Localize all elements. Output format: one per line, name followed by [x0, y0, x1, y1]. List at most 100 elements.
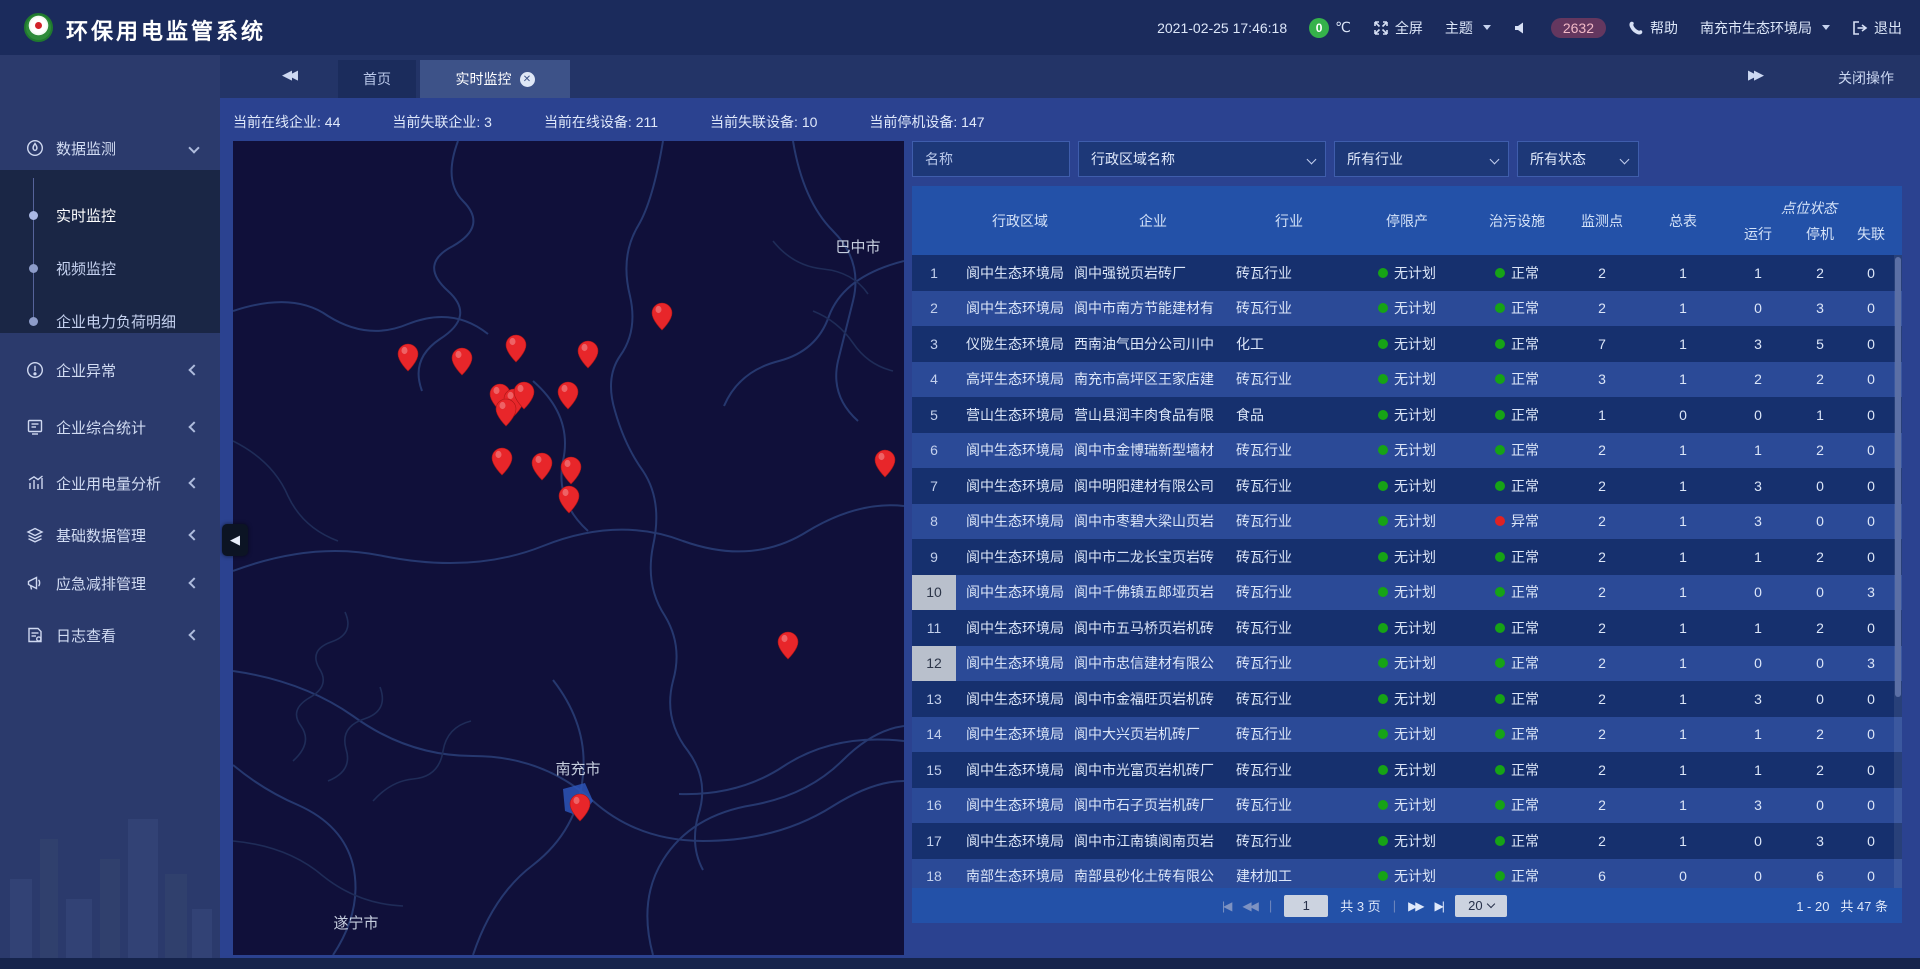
table-cell: 砖瓦行业 — [1232, 823, 1342, 859]
bullet-dot-icon — [29, 211, 38, 220]
status-dot-green — [1378, 658, 1388, 668]
fullscreen-button[interactable]: 全屏 — [1373, 18, 1423, 38]
alarm-count-badge[interactable]: 2632 — [1551, 18, 1606, 38]
table-row[interactable]: 18南部生态环境局南部县砂化土砖有限公建材加工无计划正常60060 — [912, 859, 1902, 889]
status-dot-green — [1378, 445, 1388, 455]
tab-home[interactable]: 首页 — [338, 60, 416, 98]
org-dropdown[interactable]: 南充市生态环境局 — [1700, 18, 1830, 38]
tab-close-icon[interactable]: ✕ — [520, 72, 535, 87]
last-page-icon[interactable]: ▶| — [1435, 899, 1443, 913]
map-city-label: 巴中市 — [835, 239, 880, 256]
tabs-scroll-left-icon[interactable]: ◀◀ — [282, 67, 294, 83]
sidebar-item-data-monitoring[interactable]: 数据监测 — [0, 125, 220, 171]
first-page-icon[interactable]: |◀ — [1222, 899, 1230, 913]
table-cell: 2 — [1562, 468, 1642, 504]
table-row[interactable]: 10阆中生态环境局阆中千佛镇五郎垭页岩砖瓦行业无计划正常21003 — [912, 575, 1902, 611]
map-panel[interactable]: 巴中市南充市遂宁市 — [233, 141, 904, 955]
table-cell: 1 — [1642, 326, 1724, 362]
table-cell: 2 — [1792, 610, 1848, 646]
table-cell: 1 — [1642, 575, 1724, 611]
table-cell: 3 — [1848, 646, 1894, 682]
page-size-select[interactable]: 20 — [1455, 895, 1507, 917]
table-row[interactable]: 15阆中生态环境局阆中市光富页岩机砖厂砖瓦行业无计划正常21120 — [912, 752, 1902, 788]
table-row[interactable]: 7阆中生态环境局阆中明阳建材有限公司砖瓦行业无计划正常21300 — [912, 468, 1902, 504]
tab-realtime-monitoring[interactable]: 实时监控 ✕ — [420, 60, 570, 98]
app-header: 环保用电监管系统 2021-02-25 17:46:18 0 ℃ 全屏 主题 2… — [0, 0, 1920, 55]
table-row[interactable]: 14阆中生态环境局阆中大兴页岩机砖厂砖瓦行业无计划正常21120 — [912, 717, 1902, 753]
prev-page-icon[interactable]: ◀◀ — [1242, 899, 1256, 913]
table-row[interactable]: 4高坪生态环境局南充市高坪区王家店建砖瓦行业无计划正常31220 — [912, 362, 1902, 398]
sidebar-item-emergency-reduction[interactable]: 应急减排管理 — [0, 560, 220, 606]
bottom-edge-strip — [0, 958, 1920, 969]
table-row[interactable]: 17阆中生态环境局阆中市江南镇阆南页岩砖瓦行业无计划正常21030 — [912, 823, 1902, 859]
logout-button[interactable]: 退出 — [1852, 18, 1902, 38]
table-row[interactable]: 13阆中生态环境局阆中市金福旺页岩机砖砖瓦行业无计划正常21300 — [912, 681, 1902, 717]
status-dot-green — [1378, 516, 1388, 526]
tab-label: 实时监控 — [456, 69, 512, 89]
table-cell: 1 — [912, 255, 956, 291]
table-cell: 13 — [912, 681, 956, 717]
table-cell: 0 — [1848, 397, 1894, 433]
table-cell: 0 — [1792, 575, 1848, 611]
sidebar-subitem-label: 实时监控 — [56, 205, 116, 226]
table-cell: 5 — [1792, 326, 1848, 362]
table-cell: 阆中生态环境局 — [956, 539, 1074, 575]
table-cell: 2 — [1792, 433, 1848, 469]
status-dot-red — [1495, 516, 1505, 526]
column-header-industry: 行业 — [1232, 186, 1342, 255]
status-select[interactable]: 所有状态 — [1517, 141, 1639, 177]
table-row[interactable]: 5营山生态环境局营山县润丰肉食品有限食品无计划正常10010 — [912, 397, 1902, 433]
table-row[interactable]: 16阆中生态环境局阆中市石子页岩机砖厂砖瓦行业无计划正常21300 — [912, 788, 1902, 824]
status-dot-green — [1495, 268, 1505, 278]
tabs-scroll-right-icon[interactable]: ▶▶ — [1748, 67, 1760, 83]
table-row[interactable]: 6阆中生态环境局阆中市金博瑞新型墙材砖瓦行业无计划正常21120 — [912, 433, 1902, 469]
table-row[interactable]: 9阆中生态环境局阆中市二龙长宝页岩砖砖瓦行业无计划正常21120 — [912, 539, 1902, 575]
sidebar-item-enterprise-statistics[interactable]: 企业综合统计 — [0, 404, 220, 450]
sidebar-item-realtime-monitoring[interactable]: 实时监控 — [0, 203, 220, 227]
page-number-input[interactable]: 1 — [1284, 895, 1328, 917]
map-collapse-toggle[interactable]: ◀ — [222, 524, 248, 556]
status-dot-green — [1378, 800, 1388, 810]
status-dot-green — [1495, 587, 1505, 597]
close-operations-button[interactable]: 关闭操作 — [1838, 68, 1894, 88]
industry-select[interactable]: 所有行业 — [1334, 141, 1509, 177]
table-row[interactable]: 2阆中生态环境局阆中市南方节能建材有砖瓦行业无计划正常21030 — [912, 291, 1902, 327]
name-search-input[interactable]: 名称 — [912, 141, 1070, 177]
status-dot-green — [1495, 374, 1505, 384]
region-select-value: 行政区域名称 — [1091, 149, 1175, 169]
theme-dropdown[interactable]: 主题 — [1445, 18, 1491, 38]
table-scrollbar[interactable] — [1894, 255, 1902, 888]
column-header-point-status: 点位状态 — [1724, 186, 1894, 220]
table-cell: 阆中明阳建材有限公司 — [1074, 468, 1232, 504]
table-row[interactable]: 3仪陇生态环境局西南油气田分公司川中化工无计划正常71350 — [912, 326, 1902, 362]
industry-select-value: 所有行业 — [1347, 149, 1403, 169]
filter-bar: 名称 行政区域名称 所有行业 所有状态 — [912, 141, 1639, 177]
table-row[interactable]: 1阆中生态环境局阆中强锐页岩砖厂砖瓦行业无计划正常21120 — [912, 255, 1902, 291]
sidebar-item-label: 企业异常 — [56, 360, 116, 381]
sidebar-item-log-view[interactable]: 日志查看 — [0, 612, 220, 658]
table-cell: 2 — [1562, 610, 1642, 646]
table-cell: 1 — [1724, 433, 1792, 469]
sidebar-item-power-load-detail[interactable]: 企业电力负荷明细 — [0, 309, 220, 333]
scrollbar-thumb[interactable] — [1895, 257, 1901, 697]
sidebar-item-power-analysis[interactable]: 企业用电量分析 — [0, 460, 220, 506]
help-button[interactable]: 帮助 — [1628, 18, 1678, 38]
logout-icon — [1852, 20, 1868, 36]
region-select[interactable]: 行政区域名称 — [1078, 141, 1326, 177]
table-row[interactable]: 8阆中生态环境局阆中市枣碧大梁山页岩砖瓦行业无计划异常21300 — [912, 504, 1902, 540]
sound-button[interactable] — [1513, 20, 1529, 36]
stats-document-icon — [26, 418, 44, 436]
status-dot-green — [1495, 481, 1505, 491]
sidebar-item-base-data[interactable]: 基础数据管理 — [0, 512, 220, 558]
sidebar-item-enterprise-abnormal[interactable]: 企业异常 — [0, 347, 220, 393]
phone-icon — [1628, 20, 1644, 36]
table-cell: 7 — [1562, 326, 1642, 362]
status-item: 当前失联设备: 10 — [710, 112, 817, 132]
monitor-gauge-icon — [26, 139, 44, 157]
table-row[interactable]: 11阆中生态环境局阆中市五马桥页岩机砖砖瓦行业无计划正常21120 — [912, 610, 1902, 646]
table-row[interactable]: 12阆中生态环境局阆中市忠信建材有限公砖瓦行业无计划正常21003 — [912, 646, 1902, 682]
next-page-icon[interactable]: ▶▶ — [1408, 899, 1422, 913]
range-text: 1 - 20 — [1796, 899, 1829, 914]
sidebar-item-video-monitoring[interactable]: 视频监控 — [0, 256, 220, 280]
table-cell: 0 — [1792, 788, 1848, 824]
